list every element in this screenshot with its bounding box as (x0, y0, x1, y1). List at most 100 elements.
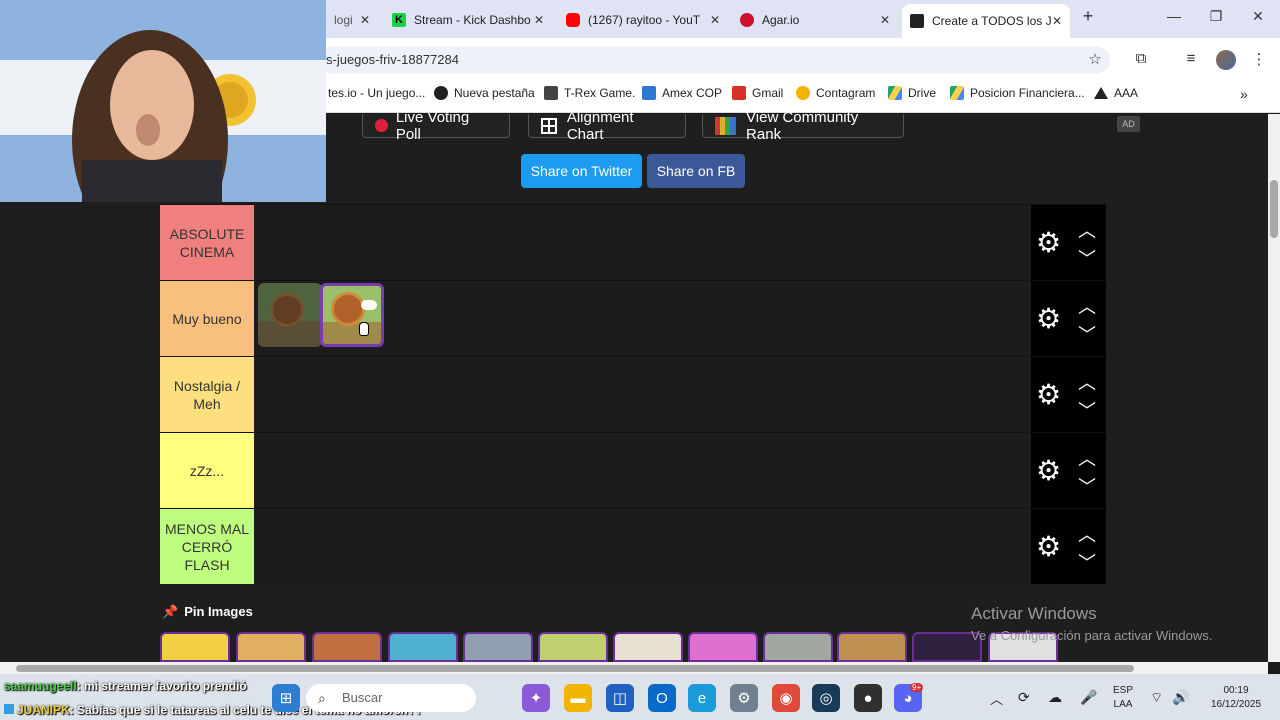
close-window-icon[interactable]: ✕ (1248, 8, 1268, 25)
vertical-scrollbar[interactable] (1268, 114, 1280, 662)
tier-label[interactable]: Nostalgia / Meh (160, 357, 254, 432)
agario-icon (740, 13, 754, 27)
chevron-down-icon[interactable]: ﹀ (1075, 397, 1099, 421)
snail-bob-game-thumbnail[interactable] (258, 283, 322, 347)
game-thumbnail[interactable] (236, 632, 306, 662)
minimize-icon[interactable]: — (1164, 8, 1184, 24)
chevron-down-icon[interactable]: ﹀ (1075, 473, 1099, 497)
more-bookmarks-icon[interactable]: » (1240, 86, 1248, 102)
settings-gear-icon[interactable]: ⚙ (730, 684, 758, 712)
steam-icon[interactable]: ◎ (812, 684, 840, 712)
close-icon[interactable]: ✕ (1052, 14, 1062, 28)
tier-label[interactable]: Muy bueno (160, 281, 254, 356)
tray-chevron-up-icon[interactable]: ︿ (990, 689, 1003, 708)
gear-icon[interactable]: ⚙ (1036, 229, 1064, 257)
game-thumbnail[interactable] (388, 632, 458, 662)
copilot-icon[interactable]: ✦ (522, 684, 550, 712)
game-thumbnail[interactable] (312, 632, 382, 662)
chevron-down-icon[interactable]: ﹀ (1075, 549, 1099, 573)
game-thumbnail[interactable] (463, 632, 533, 662)
chevron-up-icon[interactable]: ︿ (1075, 293, 1099, 317)
extensions-icon[interactable]: ⧉ (1130, 50, 1152, 67)
address-field[interactable]: s-juegos-friv-18877284 (320, 46, 1110, 74)
kebab-menu-icon[interactable]: ⋮ (1248, 50, 1270, 68)
store-icon[interactable]: ◫ (606, 684, 634, 712)
alignment-chart-button[interactable]: Alignment Chart (528, 109, 686, 143)
tier-drop-area[interactable] (254, 281, 1031, 356)
chevron-up-icon[interactable]: ︿ (1075, 445, 1099, 469)
bookmark-item[interactable]: Contagram (796, 86, 875, 100)
language-indicator[interactable]: ESP LAA (1110, 684, 1136, 712)
gear-icon[interactable]: ⚙ (1036, 381, 1064, 409)
tier-drop-area[interactable] (254, 433, 1031, 508)
bookmark-item[interactable]: Gmail (732, 86, 783, 100)
bookmark-item[interactable]: tes.io - Un juego... (328, 86, 425, 100)
file-explorer-icon[interactable]: ▬ (564, 684, 592, 712)
tier-drop-area[interactable] (254, 509, 1031, 584)
clock[interactable]: 00:19 16/12/2025 (1196, 684, 1276, 712)
share-twitter-button[interactable]: Share on Twitter (521, 154, 642, 188)
new-tab-icon[interactable]: + (1078, 6, 1098, 27)
game-thumbnail[interactable] (837, 632, 907, 662)
profile-avatar[interactable] (1216, 50, 1236, 70)
tab-5-active[interactable]: Create a TODOS los J ✕ (902, 4, 1070, 38)
gear-icon[interactable]: ⚙ (1036, 305, 1064, 333)
activation-subtitle: Ve a Configuración para activar Windows. (971, 628, 1213, 643)
gear-icon[interactable]: ⚙ (1036, 457, 1064, 485)
bookmark-item[interactable]: Drive (888, 86, 936, 100)
bookmark-item[interactable]: Nueva pestaña (434, 86, 535, 100)
live-voting-poll-button[interactable]: Live Voting Poll (362, 109, 510, 143)
sync-icon[interactable]: ⟳ (1018, 689, 1030, 706)
tab-4[interactable]: Agar.io ✕ (732, 6, 898, 34)
gear-icon[interactable]: ⚙ (1036, 533, 1064, 561)
tier-label[interactable]: ABSOLUTE CINEMA (160, 205, 254, 280)
close-icon[interactable]: ✕ (710, 13, 720, 27)
game-thumbnail[interactable] (688, 632, 758, 662)
pin-images-toggle[interactable]: 📌 Pin Images (162, 604, 253, 620)
game-thumbnail[interactable] (160, 632, 230, 662)
tab-2[interactable]: K Stream - Kick Dashbo ✕ (384, 6, 552, 34)
bookmark-item[interactable]: Posicion Financiera... (950, 86, 1085, 100)
taskbar-search[interactable]: ⌕ Buscar (306, 684, 476, 712)
contagram-icon (796, 86, 810, 100)
game-thumbnail[interactable] (763, 632, 833, 662)
view-community-rank-button[interactable]: View Community Rank (702, 109, 904, 143)
chrome-icon[interactable]: ◉ (772, 684, 800, 712)
tier-label[interactable]: MENOS MAL CERRÓ FLASH (160, 509, 254, 584)
tier-drop-area[interactable] (254, 357, 1031, 432)
restore-icon[interactable]: ❐ (1206, 8, 1226, 25)
microphone-icon[interactable]: 🎤 (1080, 689, 1097, 706)
star-icon[interactable]: ☆ (1084, 50, 1106, 68)
tier-drop-area[interactable] (254, 205, 1031, 280)
close-icon[interactable]: ✕ (360, 13, 370, 27)
edge-icon[interactable]: e (688, 684, 716, 712)
scrollbar-thumb[interactable] (16, 665, 1134, 672)
chevron-down-icon[interactable]: ﹀ (1075, 245, 1099, 269)
outlook-icon[interactable]: O (648, 684, 676, 712)
share-fb-button[interactable]: Share on FB (647, 154, 745, 188)
cloud-icon[interactable]: ☁ (1048, 689, 1062, 706)
horizontal-scrollbar[interactable] (0, 662, 1268, 674)
chat-username: JUANIPK (17, 703, 70, 717)
chevron-up-icon[interactable]: ︿ (1075, 217, 1099, 241)
tab-1[interactable]: logi ✕ (326, 6, 376, 34)
close-icon[interactable]: ✕ (534, 13, 544, 27)
volume-icon[interactable]: 🔊 (1172, 689, 1189, 706)
obs-icon[interactable]: ● (854, 684, 882, 712)
bookmark-item[interactable]: AAA (1094, 86, 1138, 100)
chevron-down-icon[interactable]: ﹀ (1075, 321, 1099, 345)
close-icon[interactable]: ✕ (880, 13, 890, 27)
game-thumbnail[interactable] (613, 632, 683, 662)
game-thumbnail[interactable] (538, 632, 608, 662)
wifi-icon[interactable]: ⌔ (1150, 689, 1163, 707)
windows-start-icon[interactable]: ⊞ (272, 684, 300, 712)
tab-3[interactable]: (1267) rayitoo - YouT ✕ (558, 6, 728, 34)
tier-label[interactable]: zZz... (160, 433, 254, 508)
scrollbar-thumb[interactable] (1270, 180, 1278, 238)
bookmark-item[interactable]: Amex COP (642, 86, 722, 100)
chevron-up-icon[interactable]: ︿ (1075, 521, 1099, 545)
snail-bob-game-thumbnail[interactable] (320, 283, 384, 347)
bookmark-item[interactable]: T-Rex Game. (544, 86, 635, 100)
media-queue-icon[interactable]: ≡ (1180, 50, 1202, 67)
chevron-up-icon[interactable]: ︿ (1075, 369, 1099, 393)
